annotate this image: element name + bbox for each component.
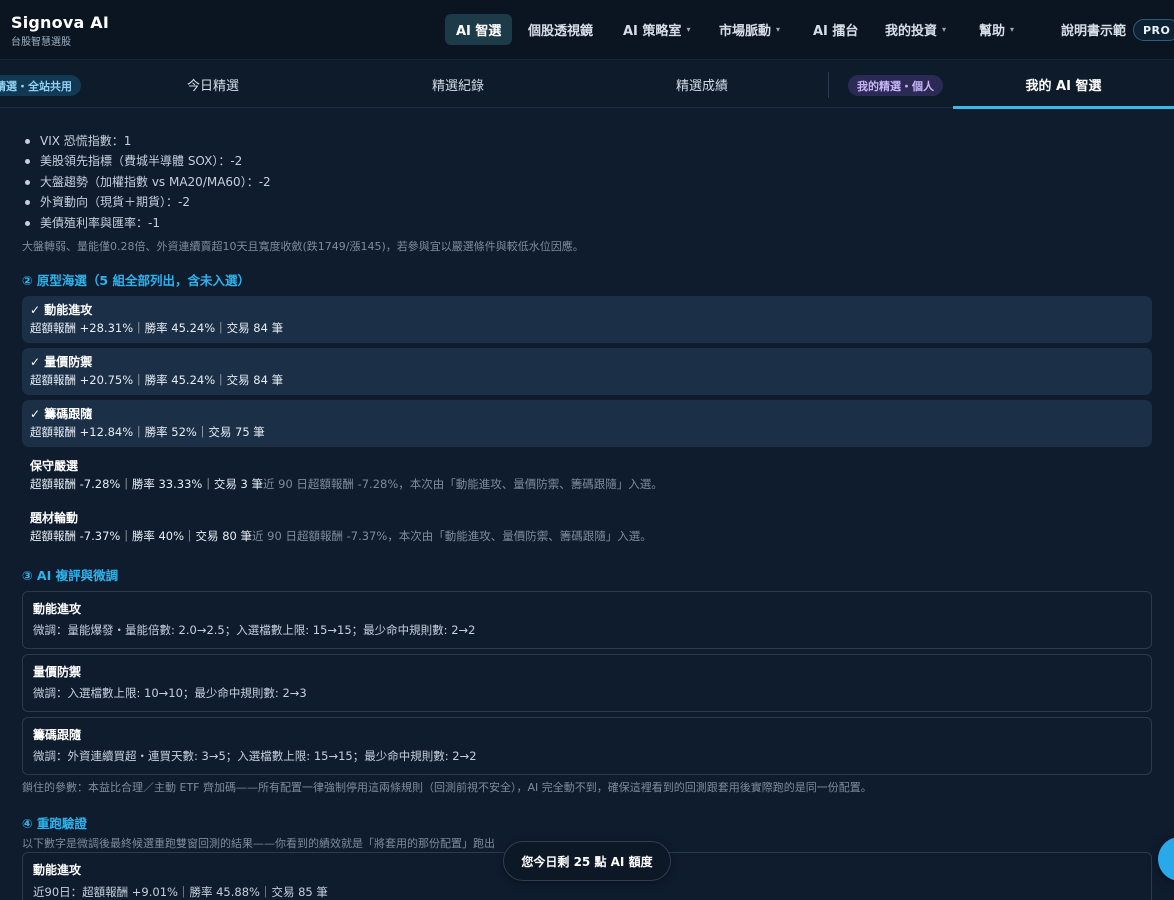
chevron-down-icon: ▾: [776, 25, 781, 34]
tab-pick-history-label: 精選紀錄: [431, 78, 484, 94]
prototype-stats-value: 超額報酬 +28.31%｜勝率 45.24%｜交易 84 筆: [30, 320, 284, 335]
nav-ai-pick-label: AI 智選: [456, 24, 502, 39]
prototype-stats-value: 超額報酬 +12.84%｜勝率 52%｜交易 75 筆: [30, 424, 265, 439]
chevron-down-icon: ▾: [686, 25, 691, 34]
prototype-name: ✓ 籌碼跟隨: [30, 406, 93, 421]
prototype-note: 近 90 日超額報酬 -7.37%，本次由「動能進攻、量價防禦、籌碼跟隨」入選。: [252, 528, 652, 543]
pro-badge[interactable]: PRO: [1133, 19, 1174, 41]
nav-manual-demo[interactable]: 說明書示範: [1050, 14, 1137, 45]
tuning-detail: 微調：量能爆發・量能倍數: 2.0→2.5；入選檔數上限: 15→15；最少命中…: [33, 622, 476, 637]
tab-today-picks[interactable]: 今日精選: [102, 60, 324, 108]
tuning-card: 動能進攻 微調：量能爆發・量能倍數: 2.0→2.5；入選檔數上限: 15→15…: [22, 590, 1152, 649]
rerun-detail: 近90日：超額報酬 +9.01%｜勝率 45.88%｜交易 85 筆: [33, 884, 328, 899]
prototype-stats-value: 超額報酬 -7.37%｜勝率 40%｜交易 80 筆: [30, 528, 252, 543]
list-item: 美股領先指標（費城半導體 SOX）：-2: [22, 151, 1152, 171]
chevron-down-icon: ▾: [1010, 25, 1015, 34]
top-navbar: Signova AI 台股智慧選股 AI 智選 個股透視鏡 AI 策略室 ▾ 市…: [0, 0, 1174, 60]
tuning-name: 籌碼跟隨: [33, 727, 82, 742]
prototype-card[interactable]: ✓ 籌碼跟隨 超額報酬 +12.84%｜勝率 52%｜交易 75 筆: [22, 399, 1152, 447]
shared-scope-badge: 精選・全站共用: [0, 75, 81, 96]
tuning-name: 動能進攻: [33, 601, 82, 616]
tuning-detail: 微調：入選檔數上限: 10→10；最少命中規則數: 2→3: [33, 685, 307, 700]
list-item: 外資動向（現貨＋期貨）：-2: [22, 192, 1152, 212]
nav-strategy-room-label: AI 策略室: [623, 24, 682, 39]
nav-stock-lens[interactable]: 個股透視鏡: [517, 14, 604, 45]
nav-my-investment-label: 我的投資: [885, 24, 938, 39]
prototype-note: 近 90 日超額報酬 -7.28%，本次由「動能進攻、量價防禦、籌碼跟隨」入選。: [262, 476, 663, 491]
prototype-stats: 超額報酬 +20.75%｜勝率 45.24%｜交易 84 筆: [30, 372, 1144, 389]
sub-tab-bar: 精選・全站共用 今日精選 精選紀錄 精選成績 我的精選・個人 我的 AI 智選: [0, 60, 1174, 109]
tab-my-ai-pick[interactable]: 我的 AI 智選: [953, 60, 1174, 109]
prototype-stats-value: 超額報酬 -7.28%｜勝率 33.33%｜交易 3 筆: [30, 476, 263, 491]
prototype-card[interactable]: ✓ 量價防禦 超額報酬 +20.75%｜勝率 45.24%｜交易 84 筆: [22, 347, 1152, 395]
nav-stock-lens-label: 個股透視鏡: [528, 24, 594, 39]
nav-ai-pick[interactable]: AI 智選: [445, 14, 513, 45]
brand-logo[interactable]: Signova AI 台股智慧選股: [11, 13, 109, 48]
chevron-down-icon: ▾: [942, 25, 947, 34]
prototype-card[interactable]: ✓ 動能進攻 超額報酬 +28.31%｜勝率 45.24%｜交易 84 筆: [22, 295, 1152, 343]
prototype-section-title: ② 原型海選（5 組全部列出，含未入選）: [22, 272, 250, 288]
locked-params-note: 鎖住的參數：本益比合理／主動 ETF 齊加碼——所有配置一律強制停用這兩條規則（…: [22, 780, 872, 794]
rerun-section-title: ④ 重跑驗證: [22, 815, 87, 831]
prototype-stats: 超額報酬 -7.28%｜勝率 33.33%｜交易 3 筆近 90 日超額報酬 -…: [30, 476, 1144, 493]
nav-help-label: 幫助: [979, 24, 1006, 39]
list-item: 美債殖利率與匯率：-1: [22, 213, 1152, 233]
prototype-name: 題材輪動: [30, 510, 79, 525]
nav-ai-arena[interactable]: AI 擂台: [802, 14, 869, 45]
brand-subtitle: 台股智慧選股: [11, 37, 71, 48]
prototype-name: ✓ 動能進攻: [30, 302, 93, 317]
tab-my-ai-pick-label: 我的 AI 智選: [1025, 78, 1102, 94]
prototype-card[interactable]: 保守嚴選 超額報酬 -7.28%｜勝率 33.33%｜交易 3 筆近 90 日超…: [22, 452, 1152, 499]
market-summary-note: 大盤轉弱、量能僅0.28倍、外資連續賣超10天且寬度收斂(跌1749/漲145)…: [22, 239, 584, 253]
main-content: VIX 恐慌指數：1 美股領先指標（費城半導體 SOX）：-2 大盤趨勢（加權指…: [22, 108, 1152, 900]
market-signal-list: VIX 恐慌指數：1 美股領先指標（費城半導體 SOX）：-2 大盤趨勢（加權指…: [22, 131, 1152, 233]
chat-fab-button[interactable]: [1158, 837, 1174, 881]
nav-market-pulse[interactable]: 市場脈動 ▾: [708, 14, 791, 45]
nav-my-investment[interactable]: 我的投資 ▾: [874, 14, 957, 45]
nav-manual-demo-label: 說明書示範: [1061, 24, 1127, 39]
list-item: 大盤趨勢（加權指數 vs MA20/MA60）：-2: [22, 172, 1152, 192]
prototype-stats: 超額報酬 +12.84%｜勝率 52%｜交易 75 筆: [30, 424, 1144, 441]
brand-name: Signova AI: [11, 13, 109, 32]
tab-pick-history[interactable]: 精選紀錄: [347, 60, 569, 108]
ai-quota-toast: 您今日剩 25 點 AI 額度: [503, 841, 671, 881]
prototype-name: ✓ 量價防禦: [30, 354, 93, 369]
tuning-detail: 微調：外資連續買超・連買天數: 3→5；入選檔數上限: 15→15；最少命中規則…: [33, 748, 477, 763]
prototype-name: 保守嚴選: [30, 458, 79, 473]
nav-help[interactable]: 幫助 ▾: [968, 14, 1025, 45]
tab-pick-performance[interactable]: 精選成績: [591, 60, 813, 108]
tab-today-picks-label: 今日精選: [186, 78, 239, 94]
prototype-card[interactable]: 題材輪動 超額報酬 -7.37%｜勝率 40%｜交易 80 筆近 90 日超額報…: [22, 504, 1152, 551]
personal-scope-badge: 我的精選・個人: [848, 75, 943, 96]
list-item: VIX 恐慌指數：1: [22, 131, 1152, 151]
prototype-stats-value: 超額報酬 +20.75%｜勝率 45.24%｜交易 84 筆: [30, 372, 284, 387]
tab-divider: [828, 72, 829, 98]
tuning-section-title: ③ AI 複評與微調: [22, 567, 119, 583]
nav-strategy-room[interactable]: AI 策略室 ▾: [612, 14, 701, 45]
tab-pick-performance-label: 精選成績: [675, 78, 728, 94]
tuning-card: 量價防禦 微調：入選檔數上限: 10→10；最少命中規則數: 2→3: [22, 653, 1152, 712]
prototype-stats: 超額報酬 +28.31%｜勝率 45.24%｜交易 84 筆: [30, 320, 1144, 337]
tuning-name: 量價防禦: [33, 664, 82, 679]
tuning-card: 籌碼跟隨 微調：外資連續買超・連買天數: 3→5；入選檔數上限: 15→15；最…: [22, 716, 1152, 775]
nav-market-pulse-label: 市場脈動: [719, 24, 772, 39]
prototype-stats: 超額報酬 -7.37%｜勝率 40%｜交易 80 筆近 90 日超額報酬 -7.…: [30, 528, 1144, 545]
nav-ai-arena-label: AI 擂台: [813, 24, 859, 39]
